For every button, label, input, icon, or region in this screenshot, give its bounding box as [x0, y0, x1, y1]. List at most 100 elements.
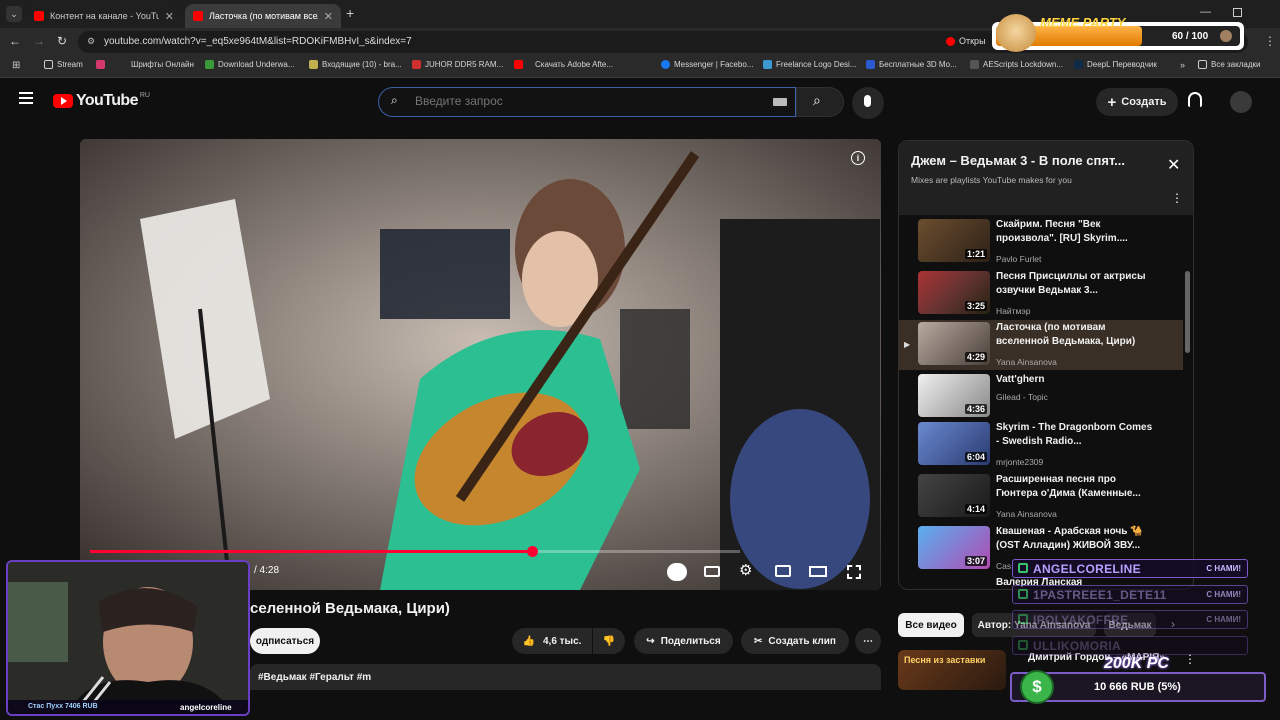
like-button[interactable]: 👍 4,6 тыс. — [512, 628, 592, 654]
recommended-thumbnail[interactable]: Песня из заставки — [898, 650, 1006, 690]
doge-icon — [996, 14, 1036, 52]
bookmark-download[interactable]: Download Underwa... — [205, 60, 294, 69]
playlist-item[interactable]: 1:21 Скайрим. Песня "Век произвола". [RU… — [899, 217, 1183, 267]
subtitles-icon[interactable] — [704, 566, 720, 577]
bookmark-juhor[interactable]: JUHOR DDR5 RAM... — [412, 60, 503, 69]
open-in-app-button[interactable]: Откры — [946, 36, 986, 46]
folder-icon — [1198, 60, 1207, 69]
webcam-image — [8, 562, 248, 714]
meme-party-widget: MEME PARTY 60 / 100 — [992, 14, 1244, 52]
playlist-item-current[interactable]: ▶ 4:29 Ласточка (по мотивам вселенной Ве… — [899, 320, 1183, 370]
bookmark-all[interactable]: Все закладки — [1198, 60, 1260, 69]
site-info-icon[interactable]: ⚙ — [87, 36, 95, 47]
browser-menu-icon[interactable]: ⋮ — [1264, 34, 1276, 48]
settings-gear-icon[interactable]: ⚙ — [739, 561, 752, 579]
close-tab-icon[interactable]: ✕ — [324, 10, 333, 23]
bookmark-freelance[interactable]: Freelance Logo Desi... — [763, 60, 857, 69]
reload-icon[interactable]: ↻ — [57, 34, 67, 48]
notifications-bell-icon[interactable] — [1188, 92, 1202, 107]
follower-suffix: С НАМИ! — [1206, 590, 1241, 599]
bookmark-adobe[interactable]: Скачать Adobe Afte... — [514, 60, 613, 69]
bookmark-stream[interactable]: Stream — [44, 60, 83, 69]
autoplay-toggle-icon[interactable] — [667, 563, 687, 581]
miniplayer-icon[interactable] — [775, 565, 791, 577]
video-frame — [80, 139, 881, 590]
description-tags: #Ведьмак #Геральт #m — [258, 672, 372, 683]
close-playlist-icon[interactable]: ✕ — [1167, 155, 1180, 175]
youtube-studio-favicon-icon — [34, 11, 44, 21]
create-button[interactable]: + Создать — [1096, 88, 1178, 116]
search-input[interactable]: ⌕ — [378, 87, 796, 117]
thumbnail-caption: Песня из заставки — [904, 655, 986, 665]
youtube-app-icon — [946, 36, 955, 46]
playlist-scrollbar[interactable] — [1185, 271, 1190, 353]
playlist-panel: Джем – Ведьмак 3 - В поле спят... Mixes … — [898, 140, 1194, 590]
playlist-menu-icon[interactable]: ⋮ — [1171, 191, 1183, 205]
hamburger-menu-icon[interactable] — [19, 92, 33, 104]
chat-bubble-icon — [1018, 640, 1028, 650]
share-button[interactable]: ↪ Поделиться — [634, 628, 733, 654]
search-icon: ⌕ — [813, 92, 821, 108]
forward-icon[interactable]: → — [33, 34, 45, 48]
description-box[interactable]: #Ведьмак #Геральт #m — [250, 664, 881, 690]
thumbs-down-icon: 👎 — [602, 635, 616, 647]
bookmark-inbox[interactable]: Входящие (10) - bra... — [309, 60, 402, 69]
playlist-item[interactable]: 4:36 Vatt'ghern Gilead - Topic — [899, 372, 1183, 422]
more-horizontal-icon: ⋯ — [863, 635, 873, 647]
bookmark-deepl[interactable]: DeepL Переводчик — [1074, 60, 1157, 69]
bookmark-label: Stream — [57, 60, 83, 69]
bookmark-fonts[interactable]: Шрифты Онлайн — [96, 60, 194, 69]
minimize-window-icon[interactable]: — — [1200, 6, 1211, 18]
bookmark-aescripts[interactable]: AEScripts Lockdown... — [970, 60, 1063, 69]
avatar[interactable] — [1230, 91, 1252, 113]
back-icon[interactable]: ← — [9, 34, 21, 48]
now-playing-icon: ▶ — [904, 340, 911, 349]
search-field[interactable] — [415, 94, 755, 108]
tab-channel-content[interactable]: Контент на канале - YouTube S ✕ — [26, 4, 182, 28]
bookmark-3d[interactable]: Бесплатные 3D Мо... — [866, 60, 957, 69]
donation-goal-bar: $ 10 666 RUB (5%) — [1010, 670, 1266, 704]
youtube-favicon-icon — [193, 11, 203, 21]
bookmark-label: Все закладки — [1211, 60, 1261, 69]
duration-badge: 3:25 — [964, 301, 987, 311]
meme-counter: 60 / 100 — [1172, 31, 1209, 42]
share-arrow-icon: ↪ — [646, 635, 655, 647]
playlist-item[interactable]: 4:14 Расширенная песня про Гюнтера о'Дим… — [899, 472, 1183, 522]
plus-icon: + — [1107, 93, 1117, 111]
more-actions-button[interactable]: ⋯ — [855, 628, 881, 654]
playlist-item[interactable]: 3:25 Песня Присциллы от актрисы озвучки … — [899, 269, 1183, 319]
bookmark-label: Download Underwa... — [218, 60, 295, 69]
video-player[interactable]: i / 4:28 ⚙ — [80, 139, 881, 590]
follower-suffix: С НАМИ! — [1206, 564, 1241, 573]
meme-coin-icon — [1220, 30, 1232, 42]
more-bookmarks-icon[interactable]: » — [1180, 60, 1185, 70]
close-tab-icon[interactable]: ✕ — [165, 10, 174, 23]
voice-search-button[interactable] — [852, 87, 884, 119]
progress-scrubber[interactable] — [527, 546, 538, 557]
open-button-label: Откры — [959, 36, 986, 46]
subscribe-button[interactable]: одписаться — [250, 628, 320, 654]
keyboard-icon[interactable] — [773, 98, 787, 106]
new-tab-icon[interactable]: + — [346, 5, 354, 21]
progress-bar[interactable] — [90, 550, 532, 553]
bookmark-label: Messenger | Facebo... — [674, 60, 754, 69]
bookmark-favicon-icon — [412, 60, 421, 69]
youtube-logo[interactable]: YouTube RU — [53, 92, 150, 110]
create-clip-button[interactable]: ✂ Создать клип — [741, 628, 849, 654]
video-thumbnail: 6:04 — [918, 422, 990, 465]
apps-grid-icon[interactable]: ⊞ — [12, 60, 20, 71]
bookmark-messenger[interactable]: Messenger | Facebo... — [661, 60, 753, 69]
bookmark-label: DeepL Переводчик — [1087, 60, 1157, 69]
playlist-title[interactable]: Джем – Ведьмак 3 - В поле спят... — [911, 153, 1151, 168]
tab-current-video[interactable]: Ласточка (по мотивам вселе ✕ — [185, 4, 341, 28]
tab-search-icon[interactable]: ⌄ — [6, 6, 22, 22]
fullscreen-icon[interactable] — [847, 565, 861, 579]
bookmark-label: Скачать Adobe Afte... — [535, 60, 614, 69]
search-button[interactable]: ⌕ — [796, 87, 844, 117]
maximize-window-icon[interactable] — [1233, 8, 1242, 17]
chip-all-videos[interactable]: Все видео — [898, 613, 964, 637]
playlist-item[interactable]: 6:04 Skyrim - The Dragonborn Comes - Swe… — [899, 420, 1183, 470]
dislike-button[interactable]: 👎 — [593, 628, 625, 654]
info-icon[interactable]: i — [851, 151, 865, 165]
theater-mode-icon[interactable] — [809, 566, 827, 577]
